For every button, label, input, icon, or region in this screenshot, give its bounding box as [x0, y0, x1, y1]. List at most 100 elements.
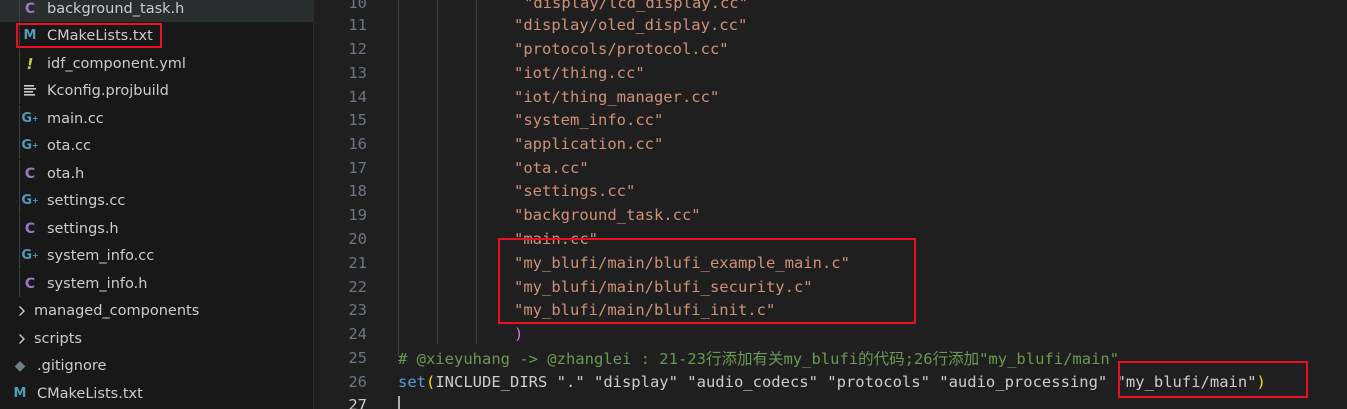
code-line: 19 "background_task.cc" — [314, 203, 1347, 227]
indent-guide — [19, 50, 20, 77]
cpp-icon: G + — [21, 248, 39, 263]
indent-guide — [19, 22, 20, 49]
code-text: "settings.cc" — [514, 181, 636, 200]
code-text: "ota.cc" — [514, 158, 589, 177]
file-item-ota-h[interactable]: C ota.h — [0, 160, 313, 187]
line-number: 13 — [348, 63, 367, 82]
line-number: 24 — [348, 324, 367, 343]
file-item-kconfig-projbuild[interactable]: Kconfig.projbuild — [0, 77, 313, 104]
function-name: set — [398, 372, 426, 391]
gitignore-icon: ◆ — [14, 357, 26, 374]
file-item-cmakelists-txt[interactable]: M CMakeLists.txt — [0, 22, 313, 49]
file-item-main-cc[interactable]: G + main.cc — [0, 105, 313, 132]
code-line: 20 "main.cc" — [314, 227, 1347, 251]
code-line: 11 "display/oled_display.cc" — [314, 13, 1347, 37]
indent-guide — [19, 215, 20, 242]
folder-label: scripts — [34, 330, 82, 347]
code-text: "display/oled_display.cc" — [514, 15, 748, 34]
text-cursor — [398, 396, 400, 409]
cpp-icon: G + — [21, 138, 39, 153]
code-line: 21 "my_blufi/main/blufi_example_main.c" — [314, 251, 1347, 275]
line-number: 26 — [348, 372, 367, 391]
cmake-icon: M — [13, 386, 27, 401]
file-label: background_task.h — [47, 0, 185, 17]
code-text: "my_blufi/main/blufi_init.c" — [514, 300, 776, 319]
code-line: 22 "my_blufi/main/blufi_security.c" — [314, 275, 1347, 299]
indent-guide — [19, 242, 20, 269]
chevron-right-icon — [14, 333, 30, 345]
c-header-icon: C — [24, 165, 36, 182]
folder-item-managed-components[interactable]: managed_components — [0, 297, 313, 324]
file-label: ota.h — [47, 165, 85, 182]
code-line: 26 set(INCLUDE_DIRS "." "display" "audio… — [314, 370, 1347, 394]
indent-guide — [19, 77, 20, 104]
code-line: 27 — [314, 393, 1347, 409]
file-item-gitignore[interactable]: ◆ .gitignore — [0, 352, 313, 379]
code-line: 18 "settings.cc" — [314, 179, 1347, 203]
code-line: 16 "application.cc" — [314, 132, 1347, 156]
text-lines-icon — [22, 85, 38, 96]
file-item-ota-cc[interactable]: G + ota.cc — [0, 132, 313, 159]
line-number: 12 — [348, 39, 367, 58]
line-number: 15 — [348, 110, 367, 129]
file-label: ota.cc — [47, 137, 91, 154]
code-text: "display/lcd_display.cc" — [524, 0, 748, 12]
code-text: ) — [514, 324, 524, 343]
file-label: .gitignore — [37, 357, 107, 374]
code-editor[interactable]: 10 "display/lcd_display.cc" 11 "display/… — [314, 0, 1347, 409]
line-number: 20 — [348, 229, 367, 248]
file-item-background-task-h[interactable]: C background_task.h — [0, 0, 313, 22]
line-number: 23 — [348, 300, 367, 319]
open-paren: ( — [426, 372, 436, 391]
file-label: system_info.cc — [47, 247, 155, 264]
line-number: 11 — [348, 15, 367, 34]
code-line: 24 ) — [314, 322, 1347, 346]
indent-guide — [19, 187, 20, 214]
code-text: "background_task.cc" — [514, 205, 701, 224]
file-label: Kconfig.projbuild — [47, 82, 169, 99]
folder-item-scripts[interactable]: scripts — [0, 325, 313, 352]
line-number: 22 — [348, 277, 367, 296]
file-label: CMakeLists.txt — [47, 27, 153, 44]
code-text: "main.cc" — [514, 229, 598, 248]
file-item-system-info-h[interactable]: C system_info.h — [0, 270, 313, 297]
file-label: system_info.h — [47, 275, 148, 292]
line-number: 25 — [348, 348, 367, 367]
args-text: INCLUDE_DIRS "." "display" "audio_codecs… — [435, 372, 1257, 391]
file-item-settings-h[interactable]: C settings.h — [0, 215, 313, 242]
code-line: 23 "my_blufi/main/blufi_init.c" — [314, 298, 1347, 322]
line-number: 10 — [348, 0, 367, 12]
close-paren: ) — [1256, 372, 1266, 391]
c-header-icon: C — [24, 220, 36, 237]
code-text: "protocols/protocol.cc" — [514, 39, 729, 58]
cmake-icon: M — [23, 28, 37, 43]
line-number: 19 — [348, 205, 367, 224]
code-text: "my_blufi/main/blufi_example_main.c" — [514, 253, 850, 272]
folder-label: managed_components — [34, 302, 200, 319]
indent-guide — [19, 270, 20, 297]
code-text: "my_blufi/main/blufi_security.c" — [514, 277, 813, 296]
file-item-root-cmakelists-txt[interactable]: M CMakeLists.txt — [0, 380, 313, 407]
code-text: "iot/thing.cc" — [514, 63, 645, 82]
file-label: CMakeLists.txt — [37, 385, 143, 402]
line-number: 21 — [348, 253, 367, 272]
file-item-idf-component-yml[interactable]: ! idf_component.yml — [0, 50, 313, 77]
file-label: main.cc — [47, 110, 104, 127]
comment-text: # @xieyuhang -> @zhanglei : 21-23行添加有关my… — [398, 349, 1120, 368]
cpp-icon: G + — [21, 111, 39, 126]
chevron-right-icon — [14, 305, 30, 317]
file-item-system-info-cc[interactable]: G + system_info.cc — [0, 242, 313, 269]
code-text: "application.cc" — [514, 134, 664, 153]
line-number: 18 — [348, 181, 367, 200]
file-label: settings.cc — [47, 192, 126, 209]
file-item-settings-cc[interactable]: G + settings.cc — [0, 187, 313, 214]
indent-guide — [19, 160, 20, 187]
indent-guide — [19, 132, 20, 159]
file-label: settings.h — [47, 220, 119, 237]
line-number: 27 — [348, 395, 367, 409]
line-number: 14 — [348, 87, 367, 106]
indent-guide — [19, 0, 20, 22]
explorer-sidebar: C background_task.h M CMakeLists.txt ! i… — [0, 0, 313, 409]
code-line: 14 "iot/thing_manager.cc" — [314, 85, 1347, 109]
line-number: 16 — [348, 134, 367, 153]
